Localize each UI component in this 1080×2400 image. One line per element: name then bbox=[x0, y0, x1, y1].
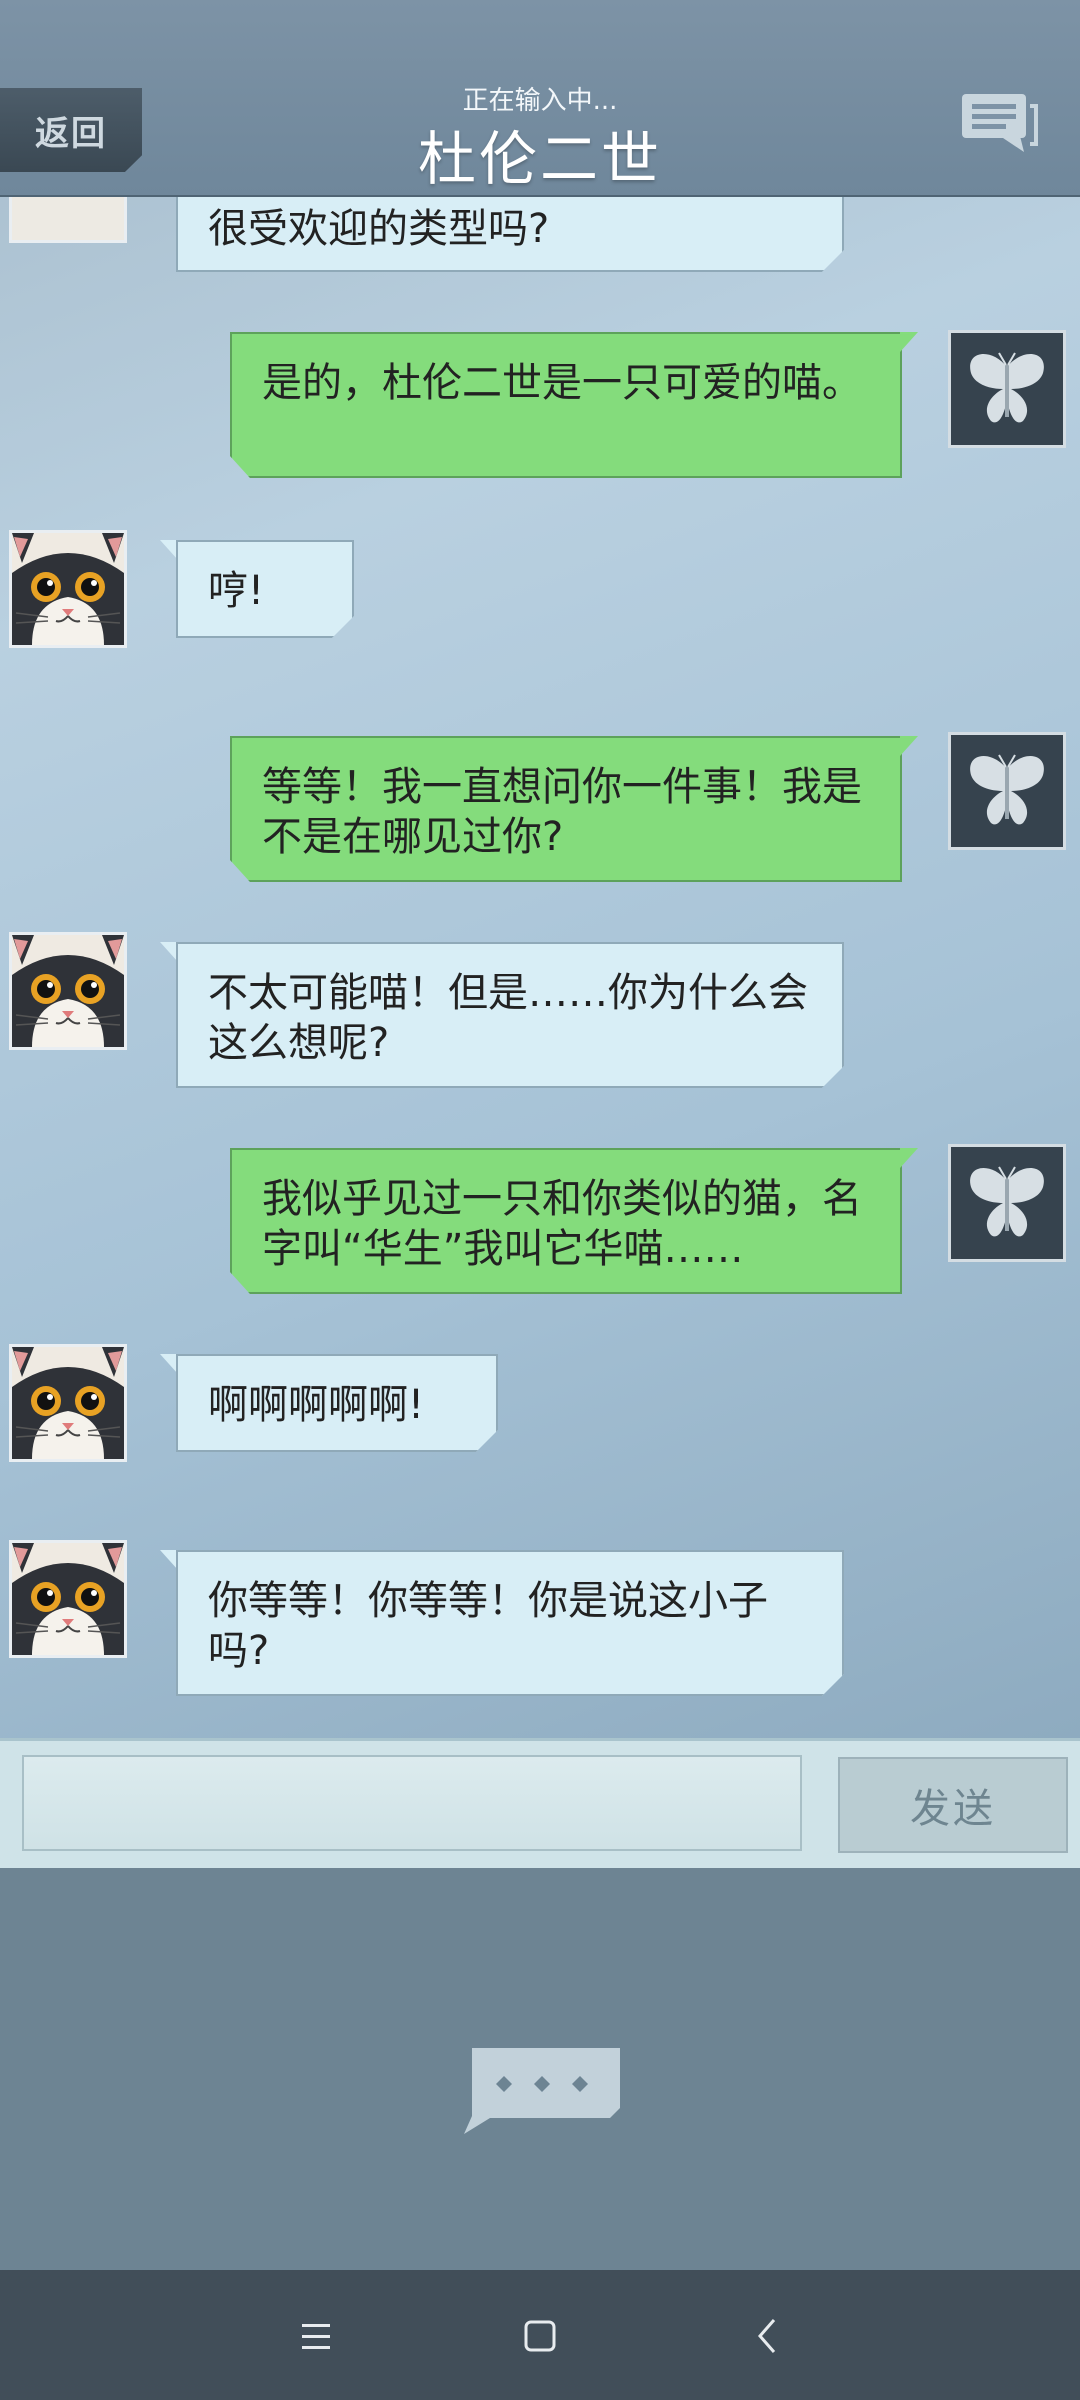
message-text: 哼! bbox=[208, 568, 265, 614]
cat-avatar[interactable] bbox=[9, 1540, 127, 1658]
bubble-tail bbox=[900, 332, 918, 352]
bubble-tail bbox=[160, 540, 178, 560]
system-nav-bar bbox=[0, 2270, 1080, 2400]
send-button[interactable]: 发送 bbox=[838, 1757, 1068, 1853]
input-bar: 发送 bbox=[0, 1738, 1080, 1871]
message-bubble-outgoing: 我似乎见过一只和你类似的猫，名字叫“华生”我叫它华喵…… bbox=[230, 1148, 902, 1294]
chat-area[interactable]: 很受欢迎的类型吗? 是的，杜伦二世是一只可爱的喵。 哼! 等等！我一直想问你一件… bbox=[0, 0, 1080, 1738]
message-bubble-incoming: 你等等！你等等！你是说这小子吗? bbox=[176, 1550, 844, 1696]
back-icon[interactable] bbox=[740, 2308, 796, 2364]
message-bubble-outgoing: 等等！我一直想问你一件事！我是不是在哪见过你? bbox=[230, 736, 902, 882]
cat-avatar[interactable] bbox=[9, 530, 127, 648]
page-title: 杜伦二世 bbox=[417, 125, 662, 193]
butterfly-avatar[interactable] bbox=[948, 732, 1066, 850]
chat-header: 返回 正在输入中... 杜伦二世 bbox=[0, 0, 1080, 197]
message-text: 啊啊啊啊啊! bbox=[208, 1382, 425, 1428]
chat-bubbles-icon[interactable] bbox=[960, 92, 1038, 156]
message-bubble-incoming: 哼! bbox=[176, 540, 354, 638]
home-icon[interactable] bbox=[512, 2308, 568, 2364]
message-bubble-outgoing: 是的，杜伦二世是一只可爱的喵。 bbox=[230, 332, 902, 478]
message-text: 很受欢迎的类型吗? bbox=[208, 206, 550, 252]
bubble-tail bbox=[160, 942, 178, 962]
cat-avatar[interactable] bbox=[9, 932, 127, 1050]
message-bubble-incoming: 啊啊啊啊啊! bbox=[176, 1354, 498, 1452]
message-text: 等等！我一直想问你一件事！我是不是在哪见过你? bbox=[262, 764, 862, 860]
butterfly-avatar[interactable] bbox=[948, 1144, 1066, 1262]
bubble-tail bbox=[160, 1354, 178, 1374]
message-text: 不太可能喵！但是……你为什么会这么想呢? bbox=[208, 970, 808, 1066]
ellipsis-bubble-icon[interactable] bbox=[464, 2048, 620, 2134]
message-text: 我似乎见过一只和你类似的猫，名字叫“华生”我叫它华喵…… bbox=[262, 1176, 862, 1272]
bubble-tail bbox=[900, 1148, 918, 1168]
message-text: 你等等！你等等！你是说这小子吗? bbox=[208, 1578, 768, 1674]
bubble-tail bbox=[160, 1550, 178, 1570]
message-text: 是的，杜伦二世是一只可爱的喵。 bbox=[262, 360, 862, 406]
bubble-tail bbox=[900, 736, 918, 756]
message-input[interactable] bbox=[22, 1755, 802, 1851]
butterfly-avatar[interactable] bbox=[948, 330, 1066, 448]
message-bubble-incoming: 不太可能喵！但是……你为什么会这么想呢? bbox=[176, 942, 844, 1088]
menu-icon[interactable] bbox=[288, 2308, 344, 2364]
cat-avatar[interactable] bbox=[9, 1344, 127, 1462]
